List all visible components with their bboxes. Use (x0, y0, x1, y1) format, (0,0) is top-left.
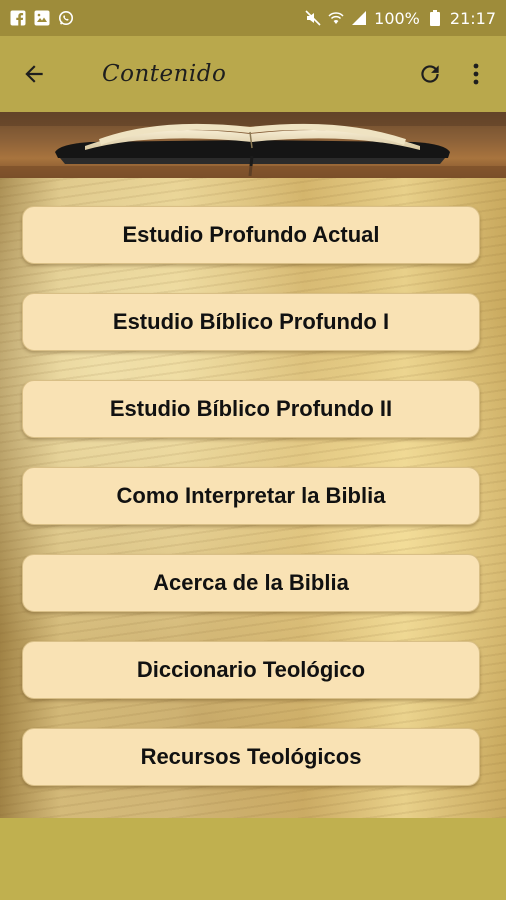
menu-button-recursos-teologicos[interactable]: Recursos Teológicos (22, 728, 480, 786)
notification-icons (10, 10, 74, 26)
mute-icon (305, 10, 321, 26)
open-bible-illustration (0, 112, 506, 178)
back-button[interactable] (14, 54, 54, 94)
bottom-band (0, 818, 506, 900)
signal-icon (351, 10, 367, 26)
menu-button-estudio-biblico-profundo-1[interactable]: Estudio Bíblico Profundo I (22, 293, 480, 351)
menu-button-como-interpretar-biblia[interactable]: Como Interpretar la Biblia (22, 467, 480, 525)
menu-button-estudio-profundo-actual[interactable]: Estudio Profundo Actual (22, 206, 480, 264)
bible-banner-image (0, 112, 506, 178)
battery-icon (427, 10, 443, 26)
system-icons: 100% 21:17 (305, 9, 496, 28)
wifi-icon (328, 10, 344, 26)
status-bar: 100% 21:17 (0, 0, 506, 36)
gallery-icon (34, 10, 50, 26)
facebook-icon (10, 10, 26, 26)
more-vert-icon (473, 63, 479, 85)
clock: 21:17 (449, 8, 496, 28)
menu-button-diccionario-teologico[interactable]: Diccionario Teológico (22, 641, 480, 699)
page-title: Contenido (102, 61, 227, 87)
more-options-button[interactable] (456, 54, 496, 94)
menu-content-area: Estudio Profundo Actual Estudio Bíblico … (0, 178, 506, 818)
refresh-button[interactable] (410, 54, 450, 94)
menu-button-acerca-de-biblia[interactable]: Acerca de la Biblia (22, 554, 480, 612)
arrow-left-icon (25, 65, 43, 83)
whatsapp-icon (58, 10, 74, 26)
refresh-icon (421, 65, 439, 83)
menu-button-estudio-biblico-profundo-2[interactable]: Estudio Bíblico Profundo II (22, 380, 480, 438)
battery-percent: 100% (374, 8, 420, 28)
app-bar: Contenido (0, 36, 506, 112)
